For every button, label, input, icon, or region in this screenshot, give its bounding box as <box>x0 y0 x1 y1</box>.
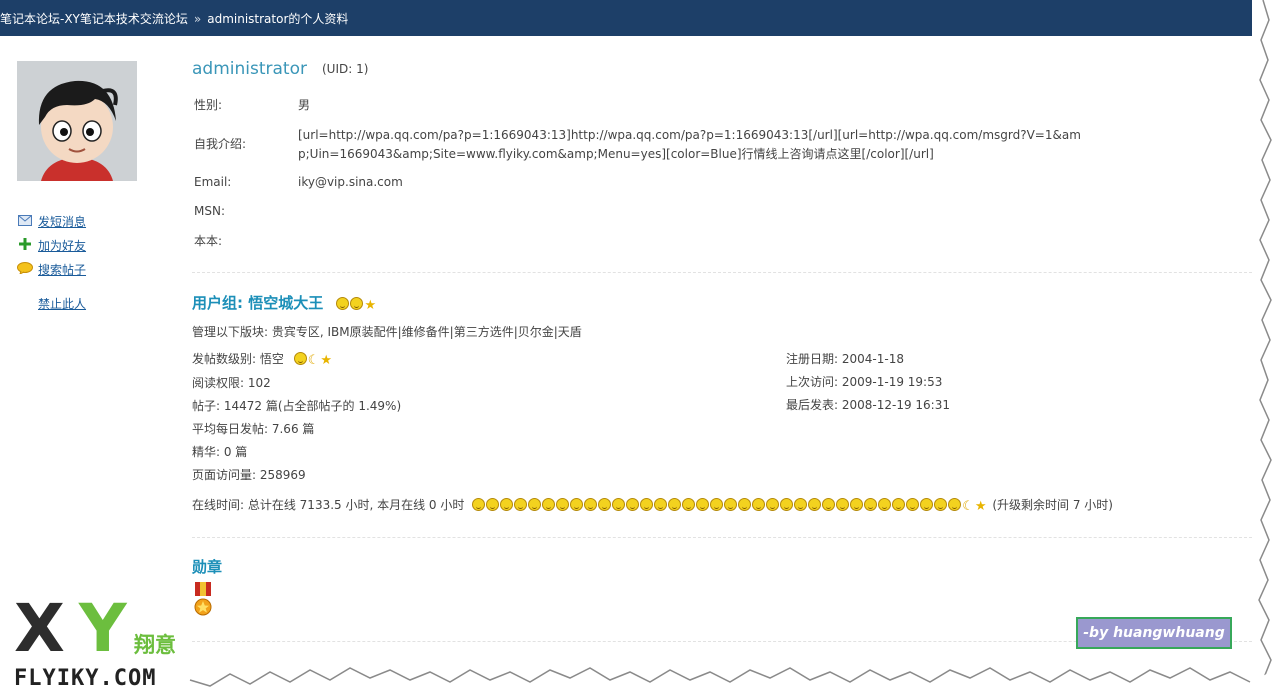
signature-watermark: -by huangwhuang <box>1076 617 1232 649</box>
sun-icon <box>598 498 612 511</box>
group-rank-icons: ★ <box>336 294 377 313</box>
online-time-text: 在线时间: 总计在线 7133.5 小时, 本月在线 0 小时 <box>192 498 465 512</box>
sun-icon <box>626 498 640 511</box>
moon-icon: ☾ <box>307 353 320 368</box>
sun-icon <box>724 498 738 511</box>
search-posts-action[interactable]: 搜索帖子 <box>17 261 86 278</box>
last-post: 最后发表: 2008-12-19 16:31 <box>786 398 950 412</box>
laptop-label: 本本: <box>194 234 223 248</box>
sun-icon <box>654 498 668 511</box>
sun-icon <box>934 498 948 511</box>
breadcrumb: 笔记本论坛-XY笔记本技术交流论坛 » administrator的个人资料 <box>0 10 348 27</box>
torn-edge-right <box>1258 0 1283 700</box>
gender-value: 男 <box>298 98 311 112</box>
post-level-text: 发帖数级别: 悟空 <box>192 352 284 366</box>
sun-icon <box>738 498 752 511</box>
sun-icon <box>584 498 598 511</box>
bio-label: 自我介绍: <box>194 137 247 151</box>
logo-xy: XY <box>14 590 127 667</box>
sun-icon <box>920 498 934 511</box>
sun-icon <box>556 498 570 511</box>
email-label: Email: <box>194 175 232 189</box>
star-icon: ★ <box>320 353 332 368</box>
post-level-icons: ☾★ <box>293 352 332 368</box>
last-visit: 上次访问: 2009-1-19 19:53 <box>786 375 943 389</box>
managed-forums: 管理以下版块: 贵宾专区, IBM原装配件|维修备件|第三方选件|贝尔金|天盾 <box>192 325 582 339</box>
ban-user-link[interactable]: 禁止此人 <box>38 297 86 311</box>
sun-icon <box>336 297 350 310</box>
sun-icon <box>472 498 486 511</box>
post-level: 发帖数级别: 悟空 ☾★ <box>192 350 332 368</box>
upgrade-remaining: (升级剩余时间 7 小时) <box>992 498 1113 512</box>
sun-icon <box>542 498 556 511</box>
digest-count: 精华: 0 篇 <box>192 445 248 459</box>
breadcrumb-separator: » <box>193 12 202 26</box>
post-count: 帖子: 14472 篇(占全部帖子的 1.49%) <box>192 399 402 413</box>
search-posts-link[interactable]: 搜索帖子 <box>38 263 86 277</box>
sun-icon <box>696 498 710 511</box>
sun-icon <box>500 498 514 511</box>
star-icon: ★ <box>974 499 987 514</box>
breadcrumb-current-page: administrator的个人资料 <box>207 12 349 26</box>
sun-icon <box>514 498 528 511</box>
sun-icon <box>780 498 794 511</box>
avatar <box>17 61 137 181</box>
online-rank-icons: ☾★ <box>472 498 987 514</box>
group-title-text: 用户组: 悟空城大王 <box>192 294 324 312</box>
breadcrumb-forum-link[interactable]: 笔记本论坛-XY笔记本技术交流论坛 <box>0 12 188 26</box>
plus-icon <box>17 238 33 253</box>
group-title: 用户组: 悟空城大王 ★ <box>192 292 376 313</box>
user-id: (UID: 1) <box>322 62 369 76</box>
speech-bubble-icon <box>17 262 33 277</box>
sun-icon <box>794 498 808 511</box>
sun-icon <box>864 498 878 511</box>
sun-icon <box>570 498 584 511</box>
sun-icon <box>892 498 906 511</box>
avg-daily-posts: 平均每日发帖: 7.66 篇 <box>192 422 315 436</box>
bio-value: [url=http://wpa.qq.com/pa?p=1:1669043:13… <box>298 128 1081 161</box>
divider <box>192 537 1252 538</box>
sun-icon <box>668 498 682 511</box>
envelope-icon <box>17 215 33 229</box>
sun-icon <box>822 498 836 511</box>
star-icon: ★ <box>364 298 377 313</box>
page-views: 页面访问量: 258969 <box>192 468 306 482</box>
gender-label: 性别: <box>194 98 223 112</box>
send-message-link[interactable]: 发短消息 <box>38 215 86 229</box>
logo-chinese: 翔意 <box>134 633 176 657</box>
register-date: 注册日期: 2004-1-18 <box>786 352 904 366</box>
ban-user-action[interactable]: 禁止此人 <box>17 295 86 312</box>
msn-label: MSN: <box>194 204 225 218</box>
username: administrator <box>192 59 307 79</box>
sun-icon <box>850 498 864 511</box>
top-bar: 笔记本论坛-XY笔记本技术交流论坛 » administrator的个人资料 <box>0 0 1252 36</box>
sun-icon <box>293 352 307 365</box>
add-friend-action[interactable]: 加为好友 <box>17 237 86 254</box>
sun-icon <box>752 498 766 511</box>
sun-icon <box>350 297 364 310</box>
sun-icon <box>808 498 822 511</box>
sun-icon <box>948 498 962 511</box>
send-message-action[interactable]: 发短消息 <box>17 213 86 230</box>
sun-icon <box>682 498 696 511</box>
sun-icon <box>766 498 780 511</box>
sun-icon <box>486 498 500 511</box>
sun-icon <box>612 498 626 511</box>
add-friend-link[interactable]: 加为好友 <box>38 239 86 253</box>
moon-icon: ☾ <box>962 499 974 514</box>
torn-edge-bottom <box>189 666 1283 700</box>
sun-icon <box>710 498 724 511</box>
read-permission: 阅读权限: 102 <box>192 376 271 390</box>
medals-title: 勋章 <box>192 558 223 576</box>
sun-icon <box>640 498 654 511</box>
sun-icon <box>906 498 920 511</box>
email-value: iky@vip.sina.com <box>298 175 403 189</box>
divider <box>192 272 1252 273</box>
medal-icon <box>192 582 214 618</box>
online-time: 在线时间: 总计在线 7133.5 小时, 本月在线 0 小时 ☾★ (升级剩余… <box>192 496 1113 514</box>
sun-icon <box>836 498 850 511</box>
sun-icon <box>878 498 892 511</box>
sun-icon <box>528 498 542 511</box>
